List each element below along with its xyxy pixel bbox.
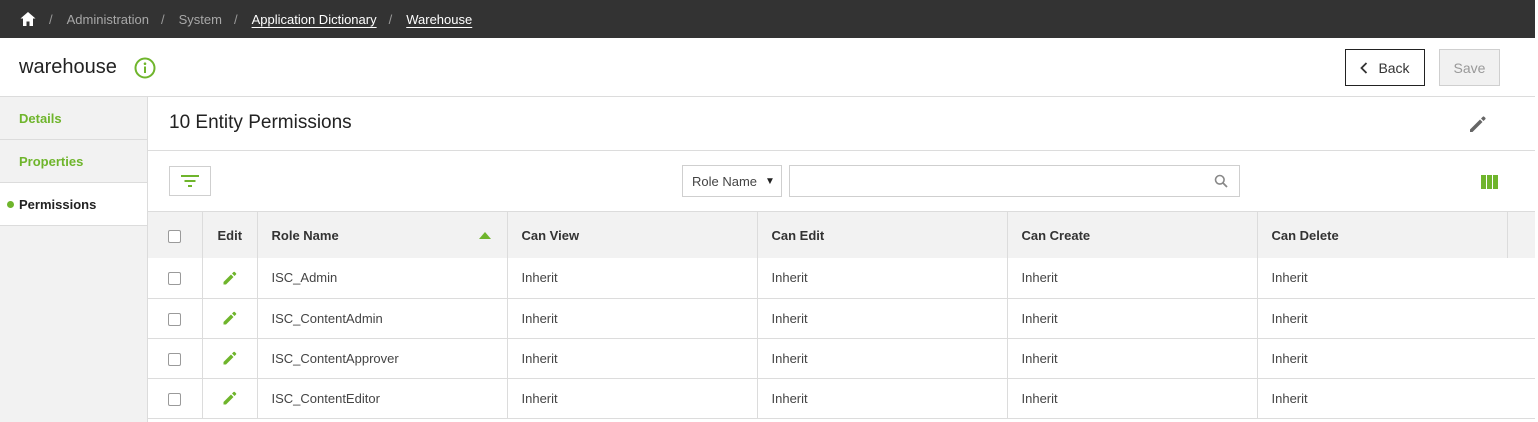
- breadcrumb-separator: /: [233, 11, 238, 27]
- row-checkbox[interactable]: [168, 312, 181, 326]
- breadcrumb-separator: /: [49, 11, 53, 27]
- pencil-icon[interactable]: [222, 390, 238, 406]
- role-name-cell: ISC_ContentApprover: [257, 338, 508, 378]
- filter-icon: [181, 175, 199, 187]
- can-create-cell: Inherit: [1007, 258, 1258, 298]
- active-indicator-dot: [7, 201, 14, 208]
- column-header-can-view[interactable]: Can View: [507, 212, 758, 258]
- permissions-table: Edit Role Name Can View Can Edit Can Cre…: [148, 212, 1535, 419]
- sidebar: Details Properties Permissions: [0, 97, 148, 422]
- pencil-icon[interactable]: [222, 350, 238, 366]
- can-delete-cell: Inherit: [1271, 310, 1308, 326]
- role-name-cell: ISC_ContentEditor: [257, 378, 508, 418]
- can-edit-cell: Inherit: [757, 378, 1008, 418]
- row-select-cell: [148, 378, 203, 418]
- search-icon[interactable]: [1214, 174, 1228, 188]
- column-header-edit: Edit: [202, 212, 258, 258]
- search-field-select-value: Role Name: [692, 173, 758, 189]
- table-row: ISC_Admin Inherit Inherit Inherit Inheri…: [148, 258, 1535, 298]
- row-checkbox[interactable]: [168, 352, 181, 366]
- can-view-cell: Inherit: [507, 258, 758, 298]
- breadcrumb-separator: /: [161, 11, 165, 27]
- sidebar-item-properties[interactable]: Properties: [0, 140, 147, 183]
- can-create-cell: Inherit: [1007, 298, 1258, 338]
- row-edit-cell: [202, 298, 258, 338]
- column-header-can-create[interactable]: Can Create: [1007, 212, 1258, 258]
- row-spacer-cell: [1507, 298, 1535, 338]
- table-row: ISC_ContentApprover Inherit Inherit Inhe…: [148, 338, 1535, 378]
- back-button-label: Back: [1378, 59, 1410, 76]
- can-delete-cell: Inherit: [1271, 350, 1308, 366]
- sort-ascending-icon: [478, 232, 491, 239]
- table-header-row: Edit Role Name Can View Can Edit Can Cre…: [148, 212, 1535, 258]
- row-edit-cell: [202, 378, 258, 418]
- can-edit-cell: Inherit: [757, 338, 1008, 378]
- table-row: ISC_ContentEditor Inherit Inherit Inheri…: [148, 378, 1535, 418]
- breadcrumb-administration[interactable]: Administration: [67, 12, 149, 27]
- main-content: 10 Entity Permissions Role Name ▼ Edit R…: [148, 97, 1535, 422]
- sidebar-item-details[interactable]: Details: [0, 97, 147, 140]
- row-spacer-cell: [1507, 378, 1535, 418]
- column-header-can-edit[interactable]: Can Edit: [757, 212, 1008, 258]
- row-checkbox[interactable]: [168, 392, 181, 406]
- select-all-checkbox[interactable]: [168, 229, 181, 243]
- row-spacer-cell: [1507, 258, 1535, 298]
- can-view-cell: Inherit: [507, 298, 758, 338]
- sidebar-item-label: Details: [19, 110, 62, 126]
- can-edit-cell: Inherit: [757, 258, 1008, 298]
- sidebar-item-label: Properties: [19, 153, 84, 169]
- back-button[interactable]: Back: [1345, 49, 1425, 86]
- select-all-cell: [148, 212, 203, 258]
- row-spacer-cell: [1507, 338, 1535, 378]
- can-delete-cell: Inherit: [1271, 270, 1308, 286]
- search-field-select[interactable]: Role Name ▼: [682, 165, 782, 197]
- search-input[interactable]: [789, 165, 1240, 197]
- row-select-cell: [148, 338, 203, 378]
- page-title: warehouse: [19, 56, 117, 78]
- section-title: 10 Entity Permissions: [169, 112, 352, 133]
- row-edit-cell: [202, 258, 258, 298]
- pencil-icon[interactable]: [222, 310, 238, 326]
- page-header: warehouse Back Save: [0, 38, 1535, 97]
- table-toolbar: Role Name ▼: [148, 151, 1535, 212]
- column-header-can-delete[interactable]: Can Delete: [1257, 212, 1508, 258]
- row-checkbox[interactable]: [168, 272, 181, 286]
- save-button[interactable]: Save: [1439, 49, 1500, 86]
- caret-down-icon: ▼: [765, 175, 775, 187]
- save-button-label: Save: [1453, 59, 1486, 76]
- role-name-cell: ISC_ContentAdmin: [257, 298, 508, 338]
- column-header-role-name[interactable]: Role Name: [257, 212, 508, 258]
- can-create-cell: Inherit: [1007, 378, 1258, 418]
- row-select-cell: [148, 258, 203, 298]
- column-header-spacer: [1507, 212, 1535, 258]
- breadcrumb-warehouse[interactable]: Warehouse: [406, 12, 472, 27]
- table-row: ISC_ContentAdmin Inherit Inherit Inherit…: [148, 298, 1535, 338]
- chevron-left-icon: [1360, 61, 1368, 74]
- can-view-cell: Inherit: [507, 338, 758, 378]
- breadcrumb-system[interactable]: System: [179, 12, 222, 27]
- top-navigation-bar: / Administration / System / Application …: [0, 0, 1535, 38]
- role-name-cell: ISC_Admin: [257, 258, 508, 298]
- section-header: 10 Entity Permissions: [148, 97, 1535, 151]
- pencil-icon[interactable]: [1468, 114, 1488, 134]
- row-edit-cell: [202, 338, 258, 378]
- column-header-label: Role Name: [271, 227, 339, 243]
- sidebar-item-label: Permissions: [19, 196, 97, 212]
- pencil-icon[interactable]: [222, 270, 238, 286]
- can-delete-cell: Inherit: [1271, 390, 1308, 406]
- home-icon[interactable]: [19, 10, 37, 28]
- breadcrumb-separator: /: [388, 11, 393, 27]
- row-select-cell: [148, 298, 203, 338]
- can-create-cell: Inherit: [1007, 338, 1258, 378]
- info-icon[interactable]: [134, 57, 156, 79]
- filter-button[interactable]: [169, 166, 211, 196]
- can-edit-cell: Inherit: [757, 298, 1008, 338]
- can-view-cell: Inherit: [507, 378, 758, 418]
- breadcrumb-application-dictionary[interactable]: Application Dictionary: [252, 12, 377, 27]
- sidebar-item-permissions[interactable]: Permissions: [0, 183, 147, 226]
- columns-icon[interactable]: [1481, 175, 1498, 189]
